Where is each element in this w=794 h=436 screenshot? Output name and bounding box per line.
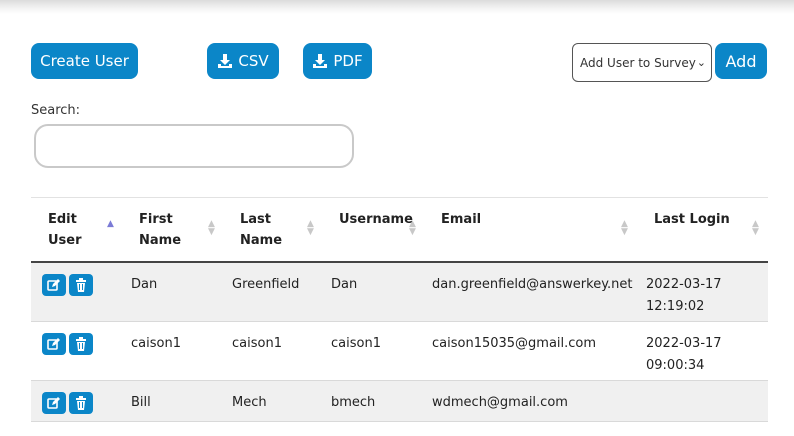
table-row: Bill Mech bmech wdmech@gmail.com [31,381,768,422]
trash-icon [76,396,86,410]
top-shadow [0,0,794,14]
survey-select-value: Add User to Survey [580,55,696,70]
cell-email: caison15035@gmail.com [432,336,597,351]
edit-button[interactable] [42,274,66,296]
cell-email: wdmech@gmail.com [432,395,568,410]
sort-icon[interactable]: ▲ ▼ [208,220,215,237]
header-edit-user-line1: Edit [48,212,77,227]
cell-first-name: Dan [131,277,158,292]
cell-email: dan.greenfield@answerkey.net [432,277,633,292]
last-login-date: 2022-03-17 [646,277,722,292]
csv-export-button[interactable]: CSV [207,43,279,79]
survey-select[interactable]: Add User to Survey ⌄ [572,43,712,82]
download-icon [313,54,328,68]
table-row: caison1 caison1 caison1 caison15035@gmai… [31,322,768,381]
header-edit-user-line2: User [48,233,82,248]
cell-username: bmech [331,395,376,410]
delete-button[interactable] [69,274,93,296]
header-last-name-line1: Last [240,212,272,227]
last-login-time: 09:00:34 [646,358,705,373]
sort-icon[interactable]: ▲ [107,220,114,229]
add-label: Add [725,51,757,71]
edit-icon [47,279,60,291]
cell-first-name: Bill [131,395,151,410]
create-user-button[interactable]: Create User [31,43,138,79]
pdf-label: PDF [333,52,363,70]
sort-icon[interactable]: ▲ ▼ [307,220,314,237]
cell-last-name: Greenfield [232,277,300,292]
header-last-name-line2: Name [240,233,283,248]
trash-icon [76,278,86,292]
last-login-time: 12:19:02 [646,299,705,314]
edit-icon [47,397,60,409]
search-label: Search: [31,103,81,118]
header-first-name-line2: Name [139,233,182,248]
trash-icon [76,337,86,351]
users-table: Edit User ▲ First Name ▲ ▼ Last Name ▲ ▼ U… [31,197,768,422]
header-first-name-line1: First [139,212,173,227]
sort-icon[interactable]: ▲ ▼ [752,220,759,237]
delete-button[interactable] [69,333,93,355]
csv-label: CSV [238,52,269,70]
cell-username: caison1 [331,336,381,351]
pdf-export-button[interactable]: PDF [303,43,372,79]
cell-last-login: 2022-03-17 12:19:02 [646,274,722,318]
header-last-name[interactable]: Last Name [240,209,282,251]
download-icon [218,54,233,68]
header-last-login[interactable]: Last Login [654,209,730,230]
cell-last-login: 2022-03-17 09:00:34 [646,333,722,377]
cell-username: Dan [331,277,358,292]
add-to-survey-button[interactable]: Add [715,43,767,79]
cell-last-name: Mech [232,395,267,410]
header-edit-user[interactable]: Edit User [48,209,82,251]
table-row: Dan Greenfield Dan dan.greenfield@answer… [31,263,768,322]
last-login-date: 2022-03-17 [646,336,722,351]
edit-icon [47,338,60,350]
table-header: Edit User ▲ First Name ▲ ▼ Last Name ▲ ▼ U… [31,197,768,263]
header-first-name[interactable]: First Name [139,209,181,251]
header-email[interactable]: Email [441,209,481,230]
search-input[interactable] [34,124,354,168]
header-username[interactable]: Username [339,209,413,230]
chevron-down-icon: ⌄ [696,56,706,69]
sort-icon[interactable]: ▲ ▼ [621,220,628,237]
sort-icon[interactable]: ▲ ▼ [409,220,416,237]
cell-first-name: caison1 [131,336,181,351]
edit-button[interactable] [42,392,66,414]
create-user-label: Create User [40,52,129,70]
delete-button[interactable] [69,392,93,414]
edit-button[interactable] [42,333,66,355]
cell-last-name: caison1 [232,336,282,351]
